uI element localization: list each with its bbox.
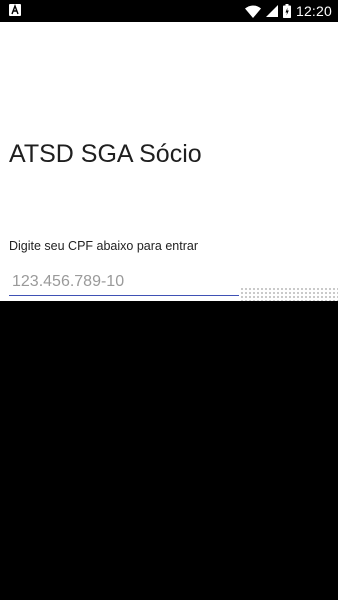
notification-a-icon	[9, 4, 21, 16]
cpf-prompt-label: Digite seu CPF abaixo para entrar	[9, 239, 198, 253]
app-screen: 12:20 ATSD SGA Sócio Digite seu CPF abai…	[0, 0, 338, 600]
app-title: ATSD SGA Sócio	[9, 140, 202, 168]
login-content: ATSD SGA Sócio Digite seu CPF abaixo par…	[0, 22, 338, 301]
cpf-input[interactable]	[9, 268, 239, 296]
dotted-overlay	[240, 287, 338, 301]
blank-area	[0, 301, 338, 600]
cell-signal-icon	[265, 5, 278, 17]
status-bar: 12:20	[0, 0, 338, 22]
wifi-icon	[244, 5, 261, 18]
status-time: 12:20	[295, 3, 332, 19]
status-icons: 12:20	[244, 0, 332, 22]
battery-icon	[282, 4, 291, 18]
